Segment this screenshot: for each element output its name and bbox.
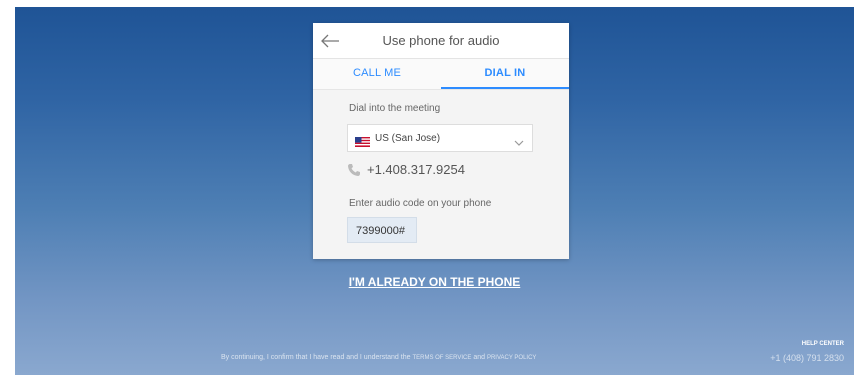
- help-phone-number: +1 (408) 791 2830: [770, 353, 844, 363]
- audio-code-label: Enter audio code on your phone: [349, 198, 492, 209]
- audio-code-value: 7399000#: [356, 225, 405, 237]
- page-background: Use phone for audio CALL ME DIAL IN Dial…: [15, 7, 854, 375]
- privacy-policy-link[interactable]: PRIVACY POLICY: [487, 355, 536, 361]
- us-flag-icon: [355, 134, 370, 147]
- dialog-title: Use phone for audio: [382, 33, 500, 48]
- phone-icon: [347, 163, 361, 177]
- dial-in-panel: Dial into the meeting US (San Jose) +1.4…: [313, 90, 569, 259]
- dial-in-phone-number: +1.408.317.9254: [367, 162, 465, 177]
- footer-consent: By continuing, I confirm that I have rea…: [221, 354, 536, 361]
- footer-and: and: [473, 354, 486, 361]
- country-select[interactable]: US (San Jose): [347, 124, 533, 152]
- chevron-down-icon: [514, 134, 524, 146]
- audio-code-box: 7399000#: [347, 217, 417, 243]
- dialog-header: Use phone for audio: [313, 23, 569, 59]
- terms-of-service-link[interactable]: TERMS OF SERVICE: [412, 355, 471, 361]
- already-on-phone-link[interactable]: I'M ALREADY ON THE PHONE: [349, 275, 521, 289]
- already-on-phone: I'M ALREADY ON THE PHONE: [15, 275, 854, 289]
- tab-call-me[interactable]: CALL ME: [313, 59, 441, 89]
- audio-tabs: CALL ME DIAL IN: [313, 59, 569, 90]
- dial-label: Dial into the meeting: [349, 103, 441, 114]
- country-select-value: US (San Jose): [375, 133, 441, 144]
- phone-audio-dialog: Use phone for audio CALL ME DIAL IN Dial…: [313, 23, 569, 259]
- tab-dial-in[interactable]: DIAL IN: [441, 59, 569, 89]
- help-center-link[interactable]: HELP CENTER: [802, 341, 844, 347]
- footer-text: By continuing, I confirm that I have rea…: [221, 354, 411, 361]
